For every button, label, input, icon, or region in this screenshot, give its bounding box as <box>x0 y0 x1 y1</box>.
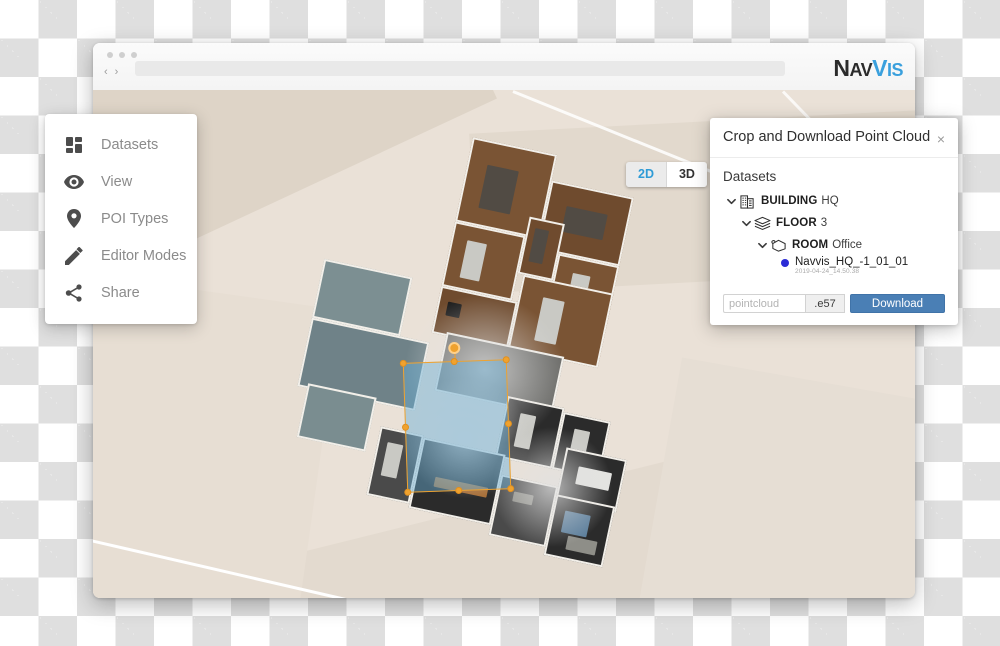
dataset-info: Navvis_HQ_-1_01_01 2019-04-24_14.50.38 <box>795 256 908 276</box>
window-close-dot[interactable] <box>107 52 113 58</box>
tree-node-room[interactable]: ROOM Office <box>723 234 945 256</box>
furniture <box>575 466 613 491</box>
furniture <box>513 413 537 450</box>
browser-chrome: ‹ › NAVVIS <box>93 43 915 91</box>
window-maximize-dot[interactable] <box>131 52 137 58</box>
tree-node-value: HQ <box>821 195 839 207</box>
menu-item-editor-modes[interactable]: Editor Modes <box>45 237 197 274</box>
menu-item-label: Editor Modes <box>101 247 187 264</box>
datasets-section-label: Datasets <box>723 169 777 184</box>
window-minimize-dot[interactable] <box>119 52 125 58</box>
furniture <box>459 240 487 282</box>
pencil-icon <box>63 245 85 267</box>
crop-selection-box[interactable] <box>399 341 515 496</box>
building-wing-upper <box>431 137 639 369</box>
menu-item-label: View <box>101 173 133 190</box>
navigation-buttons: ‹ › <box>101 65 121 80</box>
furniture <box>512 491 534 506</box>
room-icon <box>769 237 788 253</box>
crop-download-dialog: Crop and Download Point Cloud × Datasets <box>710 118 958 325</box>
resize-handle-left-center[interactable] <box>401 423 410 431</box>
resize-handle-top-left[interactable] <box>399 359 407 367</box>
close-icon[interactable]: × <box>935 131 947 147</box>
tree-node-type: BUILDING <box>761 195 818 207</box>
furniture <box>565 535 598 556</box>
menu-item-datasets[interactable]: Datasets <box>45 126 197 163</box>
menu-item-poi-types[interactable]: POI Types <box>45 200 197 237</box>
menu-item-share[interactable]: Share <box>45 274 197 311</box>
dialog-title: Crop and Download Point Cloud <box>723 129 931 145</box>
dataset-status-dot <box>781 259 789 267</box>
chevron-down-icon[interactable] <box>725 198 738 205</box>
tree-node-type: FLOOR <box>776 217 817 229</box>
tree-node-value: 3 <box>820 217 828 229</box>
furniture <box>528 228 550 265</box>
dialog-footer: .e57 Download <box>723 294 945 313</box>
main-menu-panel: Datasets View POI Types Editor Modes Sha… <box>45 114 197 324</box>
dataset-timestamp: 2019-04-24_14.50.38 <box>795 268 860 276</box>
menu-item-label: POI Types <box>101 210 169 227</box>
window-controls <box>107 52 137 58</box>
grid-icon <box>63 134 85 156</box>
menu-item-label: Datasets <box>101 136 159 153</box>
tree-node-building[interactable]: BUILDING HQ <box>723 190 945 212</box>
furniture <box>478 164 519 215</box>
logo-av: AV <box>849 60 873 80</box>
canvas-backdrop: ‹ › NAVVIS Knorrstrasse <box>0 0 1000 646</box>
dataset-name: Navvis_HQ_-1_01_01 <box>795 256 909 268</box>
building-icon <box>738 193 757 209</box>
dialog-body: Datasets BUILDING HQ FLOOR 3 ROOM Office… <box>710 158 958 280</box>
tree-node-type: ROOM <box>792 239 829 251</box>
room-cell <box>543 494 616 568</box>
menu-item-view[interactable]: View <box>45 163 197 200</box>
logo-n: N <box>833 55 850 81</box>
chevron-down-icon[interactable] <box>756 242 769 249</box>
file-extension-badge[interactable]: .e57 <box>805 294 845 313</box>
furniture <box>534 297 565 345</box>
back-button[interactable]: ‹ <box>101 65 111 80</box>
view-mode-3d[interactable]: 3D <box>665 162 707 187</box>
filename-input[interactable] <box>723 294 805 313</box>
map-pin-icon <box>63 208 85 230</box>
forward-button[interactable]: › <box>112 65 122 80</box>
tree-node-dataset[interactable]: Navvis_HQ_-1_01_01 2019-04-24_14.50.38 <box>723 256 945 280</box>
tree-node-value: Office <box>832 239 863 251</box>
basemap-block <box>629 357 915 598</box>
furniture <box>560 510 591 538</box>
chevron-down-icon[interactable] <box>740 220 753 227</box>
dialog-header: Crop and Download Point Cloud × <box>710 118 958 158</box>
share-icon <box>63 282 85 304</box>
navvis-logo: NAVVIS <box>833 57 903 80</box>
address-bar[interactable] <box>135 61 785 76</box>
logo-is: IS <box>886 60 904 80</box>
eye-icon <box>63 171 85 193</box>
tree-node-floor[interactable]: FLOOR 3 <box>723 212 945 234</box>
menu-item-label: Share <box>101 284 140 301</box>
layers-icon <box>753 215 772 231</box>
view-mode-2d[interactable]: 2D <box>626 162 666 187</box>
logo-v: V <box>872 55 887 81</box>
resize-handle-top-center[interactable] <box>450 357 458 366</box>
view-mode-toggle: 2D 3D <box>626 162 707 187</box>
download-button[interactable]: Download <box>850 294 945 313</box>
furniture <box>561 206 608 241</box>
